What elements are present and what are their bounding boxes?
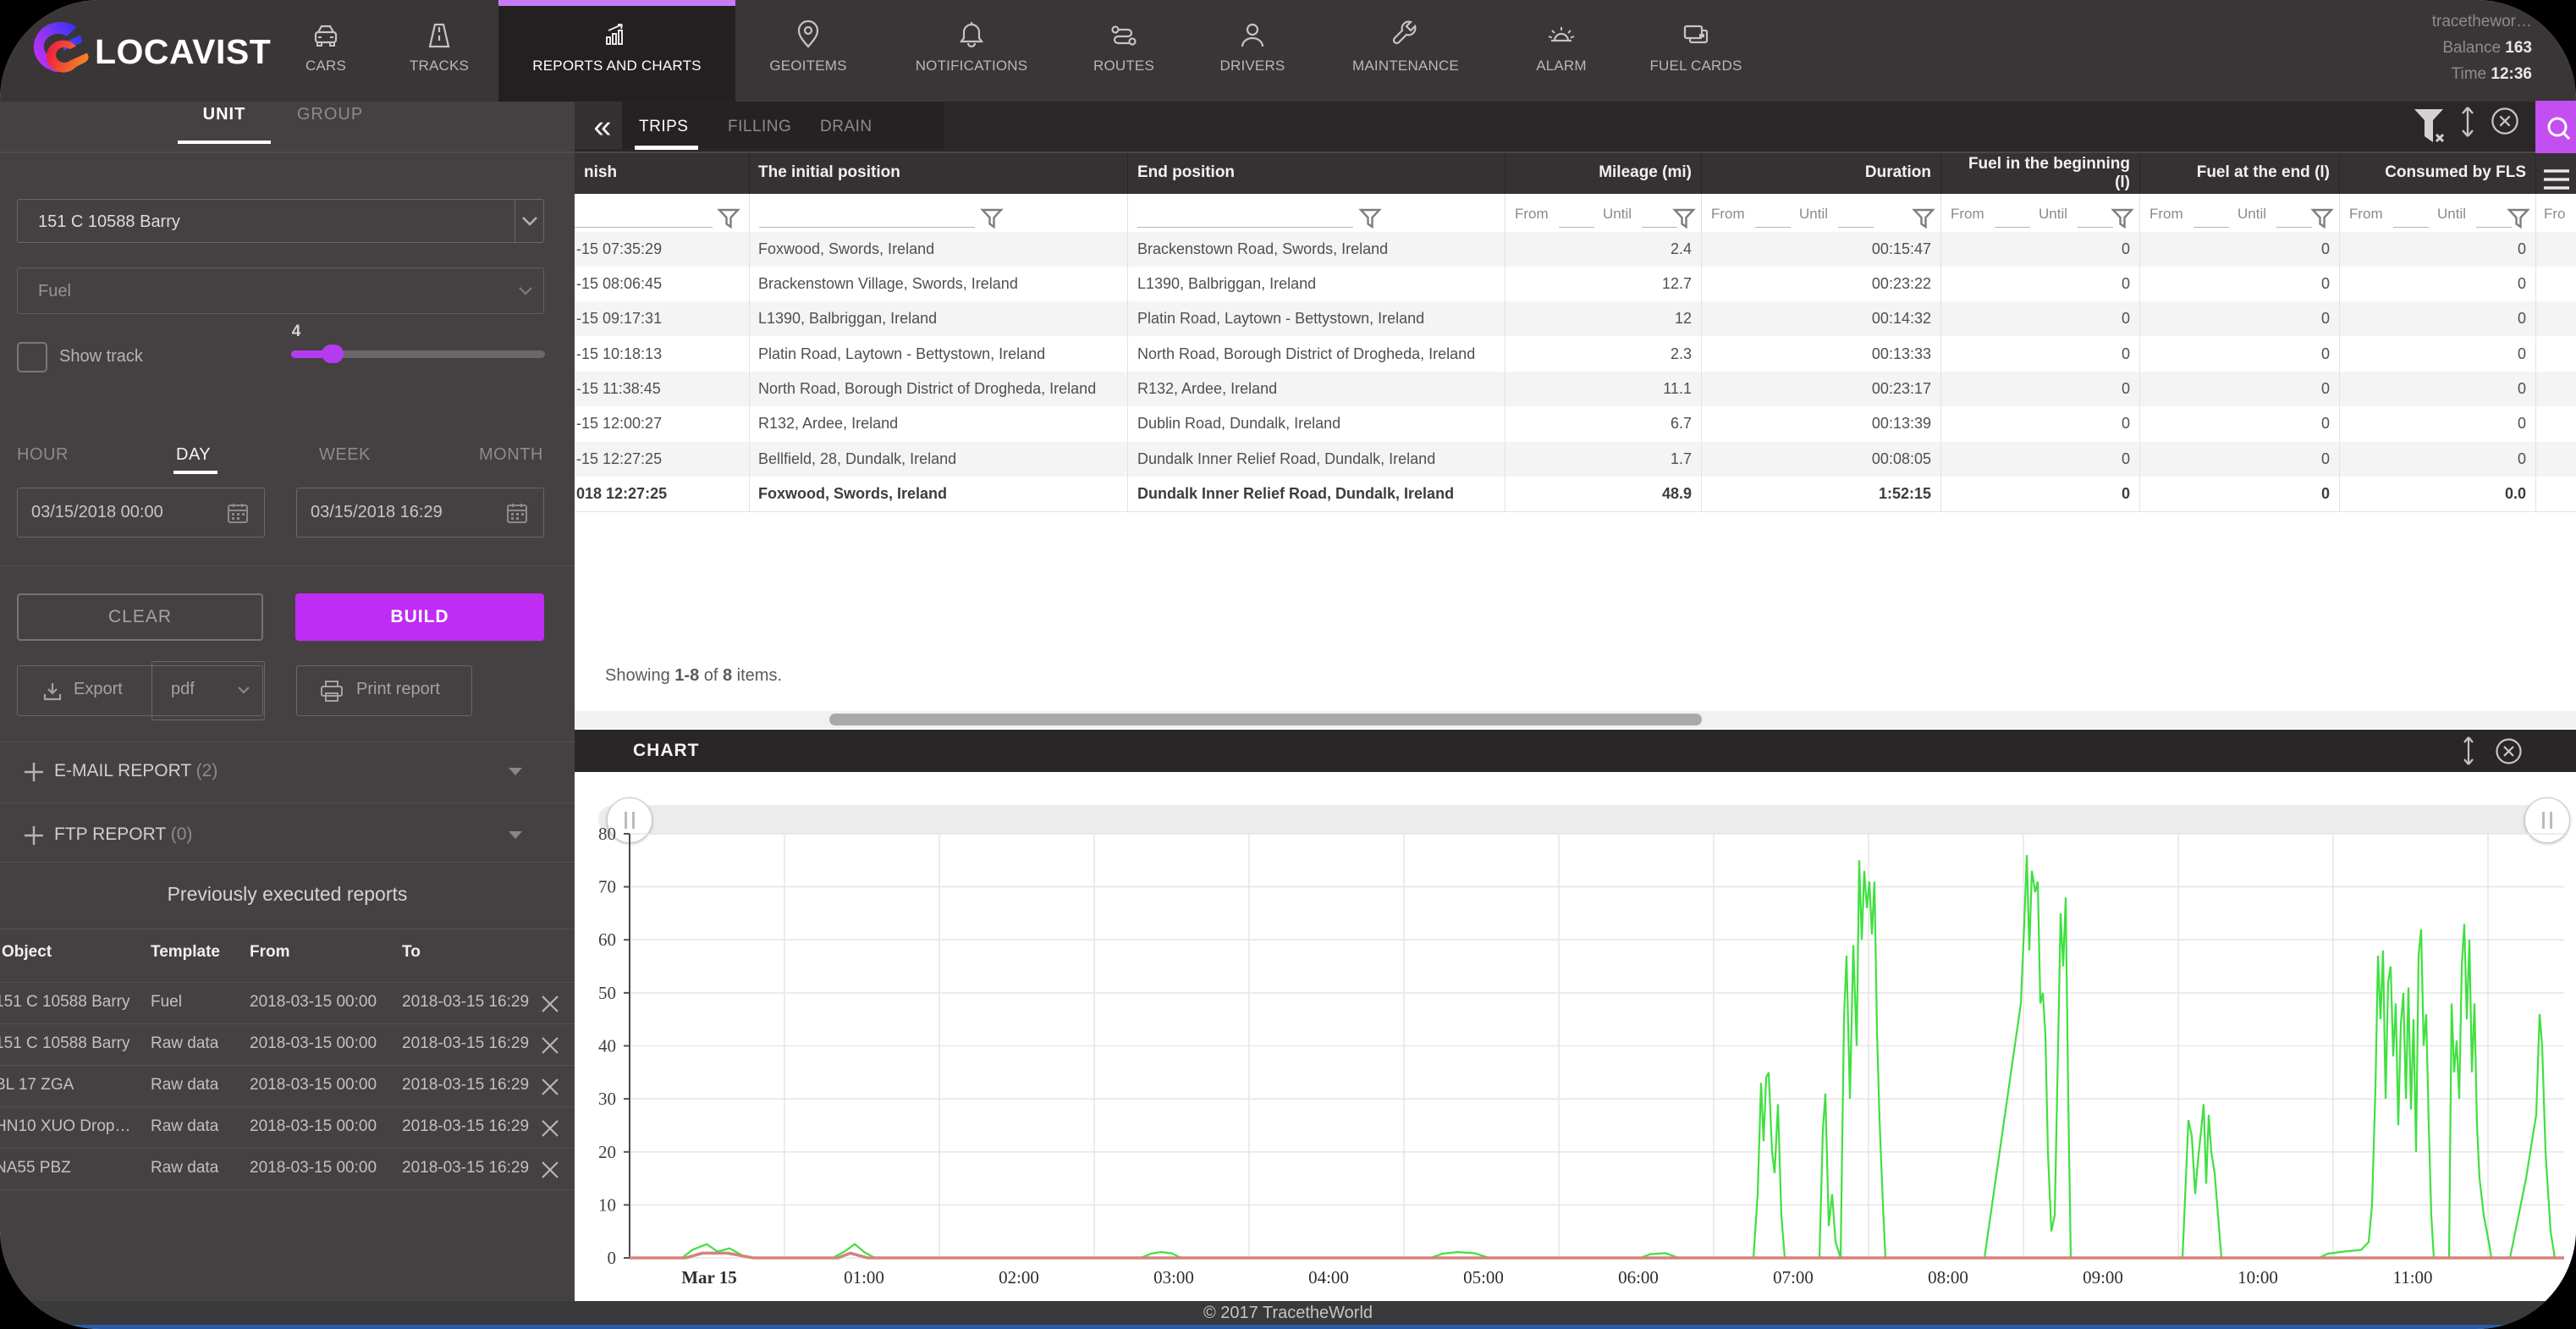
- svg-text:20: 20: [598, 1142, 616, 1162]
- svg-text:80: 80: [598, 824, 616, 844]
- svg-text:06:00: 06:00: [1618, 1267, 1659, 1288]
- svg-text:04:00: 04:00: [1308, 1267, 1349, 1288]
- svg-text:05:00: 05:00: [1463, 1267, 1504, 1288]
- svg-text:0: 0: [608, 1248, 617, 1268]
- svg-text:09:00: 09:00: [2083, 1267, 2123, 1288]
- svg-text:60: 60: [598, 929, 616, 950]
- svg-text:10: 10: [598, 1194, 616, 1215]
- svg-text:08:00: 08:00: [1928, 1267, 1968, 1288]
- svg-text:10:00: 10:00: [2237, 1267, 2278, 1288]
- svg-text:70: 70: [598, 877, 616, 897]
- svg-text:50: 50: [598, 983, 616, 1003]
- svg-text:11:00: 11:00: [2392, 1267, 2432, 1288]
- svg-text:Mar 15: Mar 15: [681, 1267, 737, 1288]
- svg-text:40: 40: [598, 1036, 616, 1056]
- svg-text:03:00: 03:00: [1153, 1267, 1194, 1288]
- svg-text:01:00: 01:00: [844, 1267, 884, 1288]
- svg-text:07:00: 07:00: [1773, 1267, 1814, 1288]
- svg-text:02:00: 02:00: [999, 1267, 1039, 1288]
- svg-text:30: 30: [598, 1089, 616, 1109]
